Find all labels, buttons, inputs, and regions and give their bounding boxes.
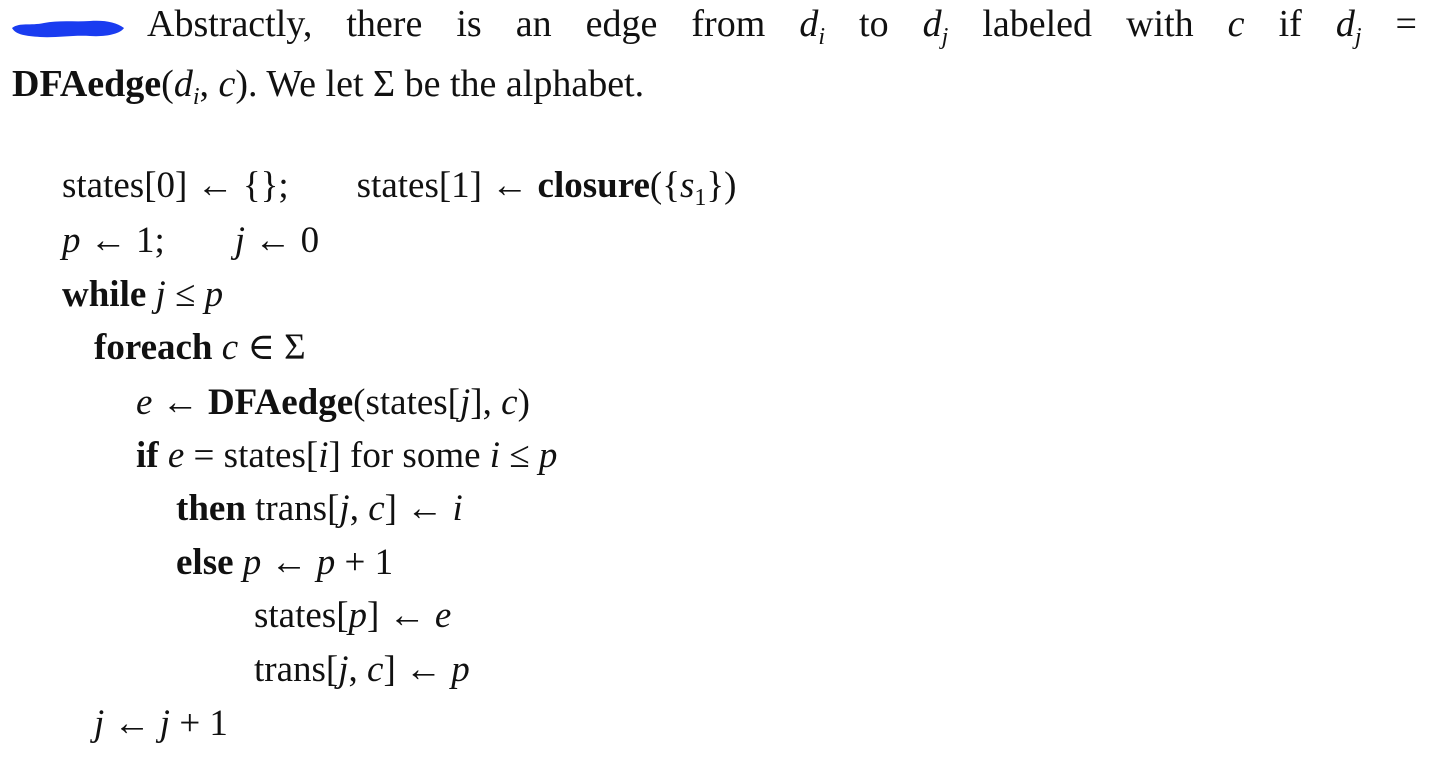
math-j: j bbox=[94, 703, 105, 744]
math-c: c bbox=[1227, 3, 1245, 45]
math-s: s bbox=[679, 165, 695, 206]
function-name: DFAedge bbox=[207, 382, 354, 423]
code-text: ] ← bbox=[367, 595, 435, 636]
code-line-4: foreach c ∈ Σ bbox=[94, 326, 306, 370]
code-text: states[ bbox=[254, 595, 349, 636]
code-line-8: else p ← p + 1 bbox=[176, 541, 393, 585]
math-i: i bbox=[452, 488, 463, 529]
math-p: p bbox=[538, 435, 558, 476]
code-text: states[0] ← {}; bbox=[62, 165, 289, 206]
code-text: ) bbox=[517, 382, 530, 423]
word: edge bbox=[585, 3, 658, 45]
text: , bbox=[199, 63, 219, 105]
code-line-3: while j ≤ p bbox=[62, 273, 223, 317]
code-text: ← 1; bbox=[80, 220, 165, 261]
code-text: = states[ bbox=[184, 435, 319, 476]
code-line-1: states[0] ← {}; states[1] ← closure({s1}) bbox=[62, 164, 737, 211]
text: ( bbox=[161, 63, 174, 105]
math-c: c bbox=[501, 382, 518, 423]
redaction-scribble bbox=[12, 20, 124, 38]
math-j: j bbox=[159, 703, 171, 744]
paragraph-line-2: DFAedge(di, c). We let Σ be the alphabet… bbox=[12, 62, 1427, 109]
function-name: DFAedge bbox=[12, 63, 162, 105]
word: with bbox=[1126, 3, 1194, 45]
code-text: trans[ bbox=[254, 649, 339, 690]
math-d-i: di bbox=[799, 3, 825, 50]
code-line-5: e ← DFAedge(states[j], c) bbox=[136, 381, 530, 425]
keyword-while: while bbox=[62, 274, 147, 315]
code-text: trans[ bbox=[245, 488, 340, 529]
text: ). We let Σ be the alphabet. bbox=[235, 63, 645, 105]
equals-sign: = bbox=[1395, 3, 1417, 45]
math-j: j bbox=[338, 649, 349, 690]
math-p: p bbox=[451, 649, 470, 690]
math-i: i bbox=[489, 435, 501, 476]
code-text: , bbox=[349, 488, 369, 529]
word: to bbox=[859, 3, 889, 45]
math-j: j bbox=[460, 382, 471, 423]
math-c: c bbox=[367, 649, 384, 690]
code-text: ∈ Σ bbox=[238, 327, 306, 368]
code-text: ] ← bbox=[383, 649, 452, 690]
subscript: i bbox=[192, 84, 200, 110]
math-p: p bbox=[242, 542, 262, 583]
code-text: (states[ bbox=[353, 382, 461, 423]
math-p: p bbox=[348, 595, 368, 636]
keyword-if: if bbox=[136, 435, 159, 476]
math-c: c bbox=[368, 488, 385, 529]
math-p: p bbox=[62, 220, 81, 261]
math-j: j bbox=[339, 488, 350, 529]
math-c: c bbox=[218, 63, 236, 105]
math-j: j bbox=[155, 274, 166, 315]
code-text: + 1 bbox=[335, 542, 394, 583]
code-line-11: j ← j + 1 bbox=[94, 702, 228, 746]
keyword-else: else bbox=[176, 542, 234, 583]
math-i: i bbox=[318, 435, 329, 476]
math-c: c bbox=[221, 327, 239, 368]
math-e: e bbox=[167, 435, 185, 476]
code-text: ≤ bbox=[165, 274, 205, 315]
code-text: ← bbox=[104, 703, 160, 744]
code-text: ], bbox=[470, 382, 502, 423]
code-text: ← bbox=[152, 382, 208, 423]
code-text: ] ← bbox=[384, 488, 453, 529]
word: from bbox=[691, 3, 766, 45]
math-j: j bbox=[234, 220, 246, 261]
word: if bbox=[1278, 3, 1302, 45]
code-text: ≤ bbox=[500, 435, 539, 476]
word: is bbox=[456, 3, 482, 45]
code-line-10: trans[j, c] ← p bbox=[254, 648, 470, 692]
math-p: p bbox=[316, 542, 336, 583]
code-text: , bbox=[348, 649, 368, 690]
document-page: Abstractly, there is an edge from di to … bbox=[0, 0, 1443, 762]
word: there bbox=[346, 3, 423, 45]
code-text: states[1] ← bbox=[356, 165, 538, 206]
code-line-7: then trans[j, c] ← i bbox=[176, 487, 463, 531]
paragraph-line-1: Abstractly, there is an edge from di to … bbox=[147, 2, 1417, 50]
math-e: e bbox=[434, 595, 452, 636]
function-name: closure bbox=[537, 165, 650, 206]
math-p: p bbox=[204, 274, 224, 315]
code-text: ← bbox=[261, 542, 317, 583]
code-line-6: if e = states[i] for some i ≤ p bbox=[136, 434, 557, 478]
word: Abstractly, bbox=[147, 3, 313, 45]
word: an bbox=[515, 3, 552, 45]
code-line-2: p ← 1; j ← 0 bbox=[62, 219, 319, 263]
code-text: }) bbox=[706, 165, 737, 206]
code-text: ← 0 bbox=[245, 220, 320, 261]
code-text: + 1 bbox=[170, 703, 228, 744]
keyword-then: then bbox=[176, 488, 246, 529]
math-d: d bbox=[173, 63, 193, 105]
keyword-foreach: foreach bbox=[94, 327, 213, 368]
math-d-j: dj bbox=[922, 3, 949, 50]
code-line-9: states[p] ← e bbox=[254, 594, 451, 638]
code-text: ({ bbox=[649, 165, 680, 206]
subscript: 1 bbox=[694, 185, 707, 211]
word: labeled bbox=[982, 3, 1093, 45]
code-text: ] for some bbox=[328, 435, 490, 476]
math-d-j: dj bbox=[1335, 3, 1362, 50]
math-e: e bbox=[136, 382, 153, 423]
